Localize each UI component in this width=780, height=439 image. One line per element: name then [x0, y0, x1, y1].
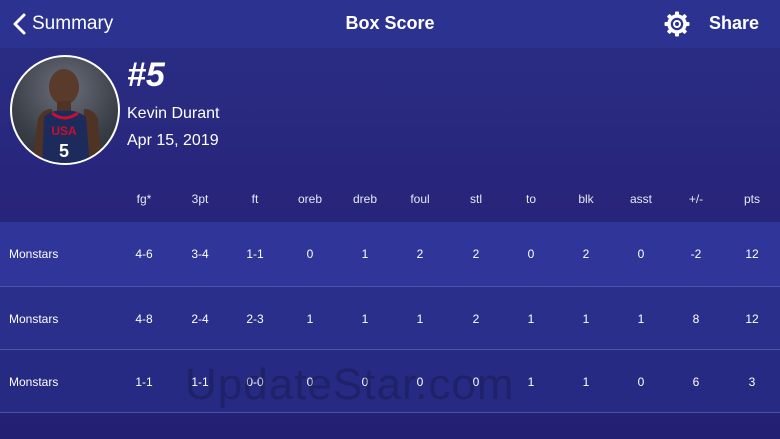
column-header: fg* [136, 192, 152, 206]
stat-cell: 0 [416, 375, 424, 389]
stat-cell: 12 [745, 312, 759, 326]
stat-cell: 0-0 [246, 375, 264, 389]
stat-cell: 1 [637, 312, 645, 326]
column-header: +/- [688, 192, 704, 206]
stat-cell: 0 [637, 375, 645, 389]
player-name: Kevin Durant [127, 105, 220, 122]
column-header: foul [410, 192, 430, 206]
stat-cell: 4-6 [135, 247, 153, 261]
column-header: to [525, 192, 536, 206]
stat-cell: 1 [527, 312, 535, 326]
stat-cell: 0 [361, 375, 369, 389]
team-name: Monstars [9, 312, 59, 326]
column-header: stl [470, 192, 482, 206]
stat-cell: 1 [582, 375, 590, 389]
stat-cell: 0 [306, 375, 314, 389]
column-header: asst [629, 192, 652, 206]
stats-header-row: fg* 3pt ft oreb dreb foul stl to blk ass… [0, 184, 780, 214]
team-name: Monstars [9, 375, 59, 389]
stat-cell: 3-4 [191, 247, 209, 261]
table-row[interactable]: Monstars 1-1 1-1 0-0 0 0 0 0 1 1 0 6 3 [0, 349, 780, 413]
stat-cell: 4-8 [135, 312, 153, 326]
back-button[interactable]: Summary [12, 10, 113, 38]
player-header: USA 5 #5 Kevin Durant Apr 15, 2019 [0, 48, 780, 172]
svg-text:USA: USA [51, 124, 77, 138]
stat-cell: 1 [361, 312, 369, 326]
stat-cell: -2 [690, 247, 702, 261]
player-avatar: USA 5 [10, 55, 120, 165]
stat-cell: 0 [472, 375, 480, 389]
stat-cell: 1 [306, 312, 314, 326]
column-header: pts [743, 192, 760, 206]
stat-cell: 1-1 [135, 375, 153, 389]
stat-cell: 2 [416, 247, 424, 261]
chevron-left-icon [13, 13, 26, 35]
player-photo: USA 5 [32, 69, 102, 163]
stat-cell: 2-3 [246, 312, 264, 326]
stat-cell: 1-1 [246, 247, 264, 261]
stat-cell: 2 [582, 247, 590, 261]
page-title: Box Score [345, 13, 435, 33]
table-row[interactable]: Monstars 4-8 2-4 2-3 1 1 1 2 1 1 1 8 12 [0, 286, 780, 350]
stat-cell: 1 [527, 375, 535, 389]
stat-cell: 2-4 [191, 312, 209, 326]
game-date: Apr 15, 2019 [127, 132, 219, 149]
column-header: 3pt [191, 192, 209, 206]
stat-cell: 12 [745, 247, 759, 261]
stat-cell: 1 [416, 312, 424, 326]
stat-cell: 1 [361, 247, 369, 261]
column-header: oreb [297, 192, 323, 206]
back-label: Summary [32, 13, 114, 34]
stat-cell: 6 [692, 375, 700, 389]
table-row[interactable]: Monstars 4-6 3-4 1-1 0 1 2 2 0 2 0 -2 12 [0, 222, 780, 286]
stat-cell: 3 [748, 375, 756, 389]
share-button[interactable]: Share [709, 13, 759, 34]
stat-cell: 8 [692, 312, 700, 326]
gear-icon[interactable] [664, 11, 690, 37]
stat-cell: 0 [527, 247, 535, 261]
jersey-number: #5 [127, 56, 165, 94]
svg-text:5: 5 [59, 141, 69, 161]
column-header: ft [251, 192, 259, 206]
stat-cell: 1 [582, 312, 590, 326]
team-name: Monstars [9, 247, 59, 261]
stat-cell: 0 [306, 247, 314, 261]
stat-cell: 1-1 [191, 375, 209, 389]
column-header: blk [578, 192, 594, 206]
stat-cell: 2 [472, 312, 480, 326]
stat-cell: 2 [472, 247, 480, 261]
column-header: dreb [352, 192, 378, 206]
navbar: Summary Box Score Share [0, 0, 780, 48]
stat-cell: 0 [637, 247, 645, 261]
